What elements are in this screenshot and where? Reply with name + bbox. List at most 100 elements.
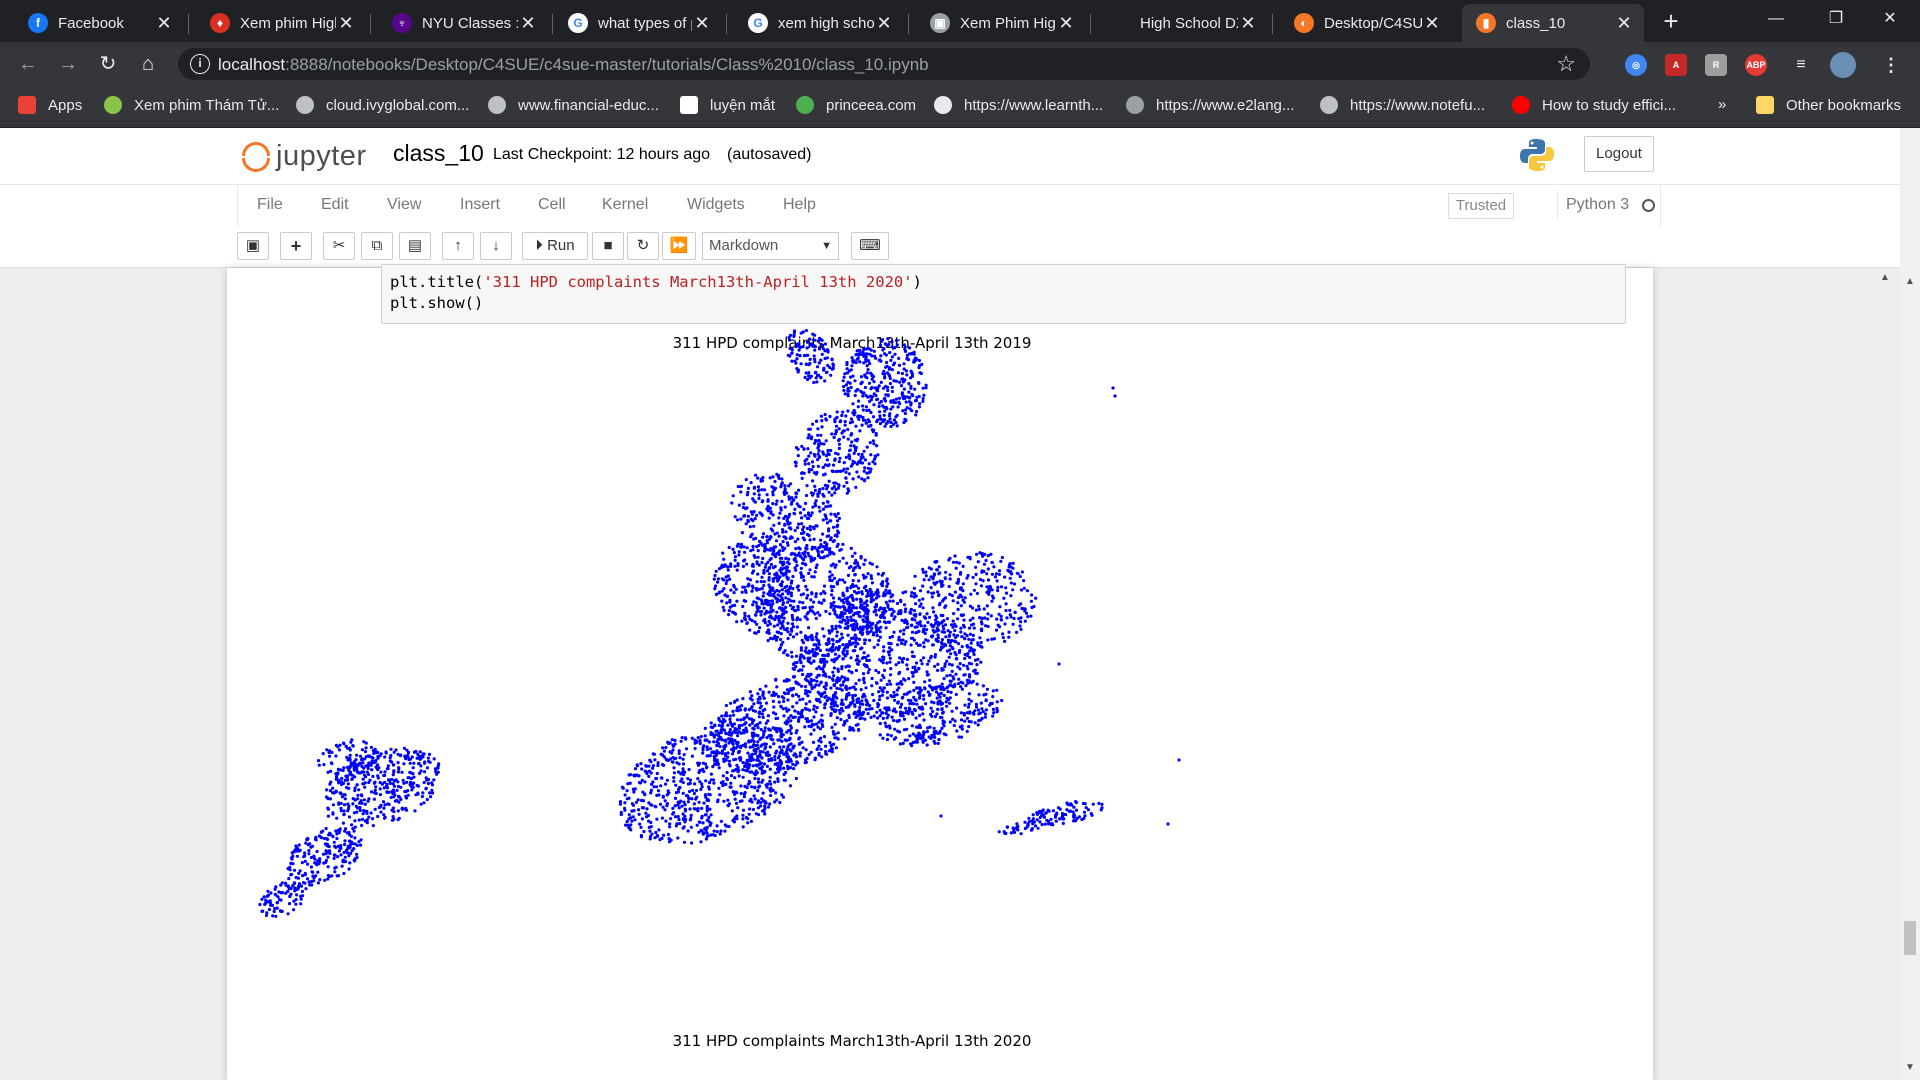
close-icon[interactable]: ✕: [154, 13, 174, 34]
bookmark-item[interactable]: https://www.notefu...: [1320, 96, 1485, 114]
move-up-icon[interactable]: ↑: [442, 232, 474, 260]
move-down-icon[interactable]: ↓: [480, 232, 512, 260]
bird-icon: ♦: [210, 13, 230, 33]
close-window-button[interactable]: ✕: [1860, 0, 1920, 38]
pdf-extension-icon[interactable]: A: [1665, 54, 1687, 76]
restore-button[interactable]: ❐: [1806, 0, 1866, 38]
stop-icon[interactable]: ■: [592, 232, 624, 260]
site-info-icon[interactable]: i: [190, 54, 210, 74]
scatter-point: [671, 806, 675, 811]
scatter-point: [858, 348, 862, 352]
scatter-point: [846, 427, 850, 432]
bookmark-item[interactable]: How to study effici...: [1512, 96, 1676, 114]
bookmark-item[interactable]: cloud.ivyglobal.com...: [296, 96, 469, 114]
close-icon[interactable]: ✕: [1056, 13, 1076, 34]
scatter-point: [341, 821, 345, 825]
adblock-icon[interactable]: ABP: [1745, 54, 1767, 76]
browser-tab[interactable]: Gxem high schoo ✕: [734, 4, 904, 42]
browser-tab[interactable]: ◐Desktop/C4SUE✕: [1280, 4, 1452, 42]
scatter-point: [809, 732, 813, 736]
forward-icon[interactable]: →: [54, 50, 82, 78]
scatter-point: [932, 610, 936, 614]
menu-view[interactable]: View: [387, 196, 421, 214]
scatter-point: [822, 735, 827, 739]
notebook-name[interactable]: class_10: [393, 140, 484, 167]
new-tab-button[interactable]: +: [1656, 6, 1686, 36]
bookmark-item[interactable]: luyện mắt: [680, 96, 775, 114]
logout-button[interactable]: Logout: [1584, 136, 1654, 172]
scatter-point: [751, 745, 755, 749]
browser-tab[interactable]: f Facebook ✕: [14, 4, 184, 42]
jupyter-logo[interactable]: jupyter: [242, 138, 367, 174]
reload-icon[interactable]: ↻: [94, 50, 122, 78]
scatter-point: [768, 589, 772, 593]
address-bar[interactable]: i localhost:8888/notebooks/Desktop/C4SUE…: [178, 48, 1590, 80]
scatter-point: [332, 853, 336, 857]
bookmark-item[interactable]: princeea.com: [796, 96, 916, 114]
back-icon[interactable]: ←: [14, 50, 42, 78]
scatter-point: [946, 698, 951, 702]
scatter-point: [794, 491, 798, 495]
scatter-point: [798, 668, 802, 672]
menu-widgets[interactable]: Widgets: [687, 196, 745, 214]
close-icon[interactable]: ✕: [336, 13, 356, 34]
browser-tab[interactable]: ▣ Xem Phim High ✕: [916, 4, 1086, 42]
kernel-name[interactable]: Python 3: [1566, 196, 1629, 214]
scatter-point: [717, 723, 721, 727]
browser-tab[interactable]: ▮ class_10 ✕: [1462, 4, 1644, 42]
browser-tab[interactable]: Gwhat types of p ✕: [554, 4, 722, 42]
other-bookmarks[interactable]: Other bookmarks: [1756, 96, 1901, 114]
bookmark-star-icon[interactable]: ☆: [1556, 51, 1576, 77]
scatter-point: [939, 613, 943, 617]
minimize-button[interactable]: —: [1746, 0, 1806, 38]
copy-icon[interactable]: ⧉: [361, 232, 393, 260]
restart-icon[interactable]: ↻: [627, 232, 659, 260]
scatter-point: [751, 735, 755, 739]
media-control-icon[interactable]: ≡: [1790, 54, 1812, 76]
scatter-point: [737, 768, 741, 772]
restart-run-all-icon[interactable]: ⏩: [662, 232, 696, 260]
menu-help[interactable]: Help: [783, 196, 816, 214]
menu-edit[interactable]: Edit: [321, 196, 349, 214]
chrome-extension-icon[interactable]: ◎: [1625, 54, 1647, 76]
trusted-indicator[interactable]: Trusted: [1448, 193, 1514, 219]
url-text[interactable]: localhost:8888/notebooks/Desktop/C4SUE/c…: [218, 55, 929, 75]
scatter-point: [935, 696, 939, 700]
bookmark-item[interactable]: Apps: [18, 96, 82, 114]
scatter-point: [836, 512, 840, 516]
close-icon[interactable]: ✕: [1238, 13, 1258, 34]
close-icon[interactable]: ✕: [1614, 13, 1634, 34]
add-cell-icon[interactable]: +: [280, 232, 312, 260]
keyboard-icon[interactable]: ⌨: [851, 232, 889, 260]
browser-tab[interactable]: ♆NYU Classes : V✕: [378, 4, 548, 42]
menu-kernel[interactable]: Kernel: [602, 196, 648, 214]
cut-icon[interactable]: ✂: [323, 232, 355, 260]
r-extension-icon[interactable]: R: [1705, 54, 1727, 76]
home-icon[interactable]: ⌂: [134, 50, 162, 78]
scatter-point: [286, 867, 290, 871]
close-icon[interactable]: ✕: [692, 13, 712, 34]
scatter-point: [803, 501, 808, 505]
scatter-point: [736, 563, 740, 568]
menu-file[interactable]: File: [257, 196, 283, 214]
chrome-menu-icon[interactable]: ⋮: [1880, 54, 1902, 76]
browser-tab[interactable]: ♦ Xem phim High ✕: [196, 4, 366, 42]
profile-avatar[interactable]: [1830, 52, 1856, 78]
close-icon[interactable]: ✕: [1422, 13, 1442, 34]
close-icon[interactable]: ✕: [518, 13, 538, 34]
menu-cell[interactable]: Cell: [538, 196, 566, 214]
bookmark-item[interactable]: https://www.e2lang...: [1126, 96, 1294, 114]
run-button[interactable]: ⏵ Run: [522, 232, 588, 260]
bookmark-item[interactable]: https://www.learnth...: [934, 96, 1103, 114]
scatter-point: [776, 597, 780, 601]
bookmark-item[interactable]: Xem phim Thám Tử...: [104, 96, 279, 114]
bookmarks-overflow[interactable]: »: [1718, 96, 1726, 113]
save-icon[interactable]: ▣: [237, 232, 269, 260]
bookmark-item[interactable]: www.financial-educ...: [488, 96, 659, 114]
menu-insert[interactable]: Insert: [460, 196, 500, 214]
close-icon[interactable]: ✕: [874, 13, 894, 34]
tab-title: what types of p: [598, 14, 692, 32]
cell-type-select[interactable]: Markdown ▼: [702, 232, 839, 260]
paste-icon[interactable]: ▤: [399, 232, 431, 260]
browser-tab[interactable]: High School DX ✕: [1096, 4, 1268, 42]
